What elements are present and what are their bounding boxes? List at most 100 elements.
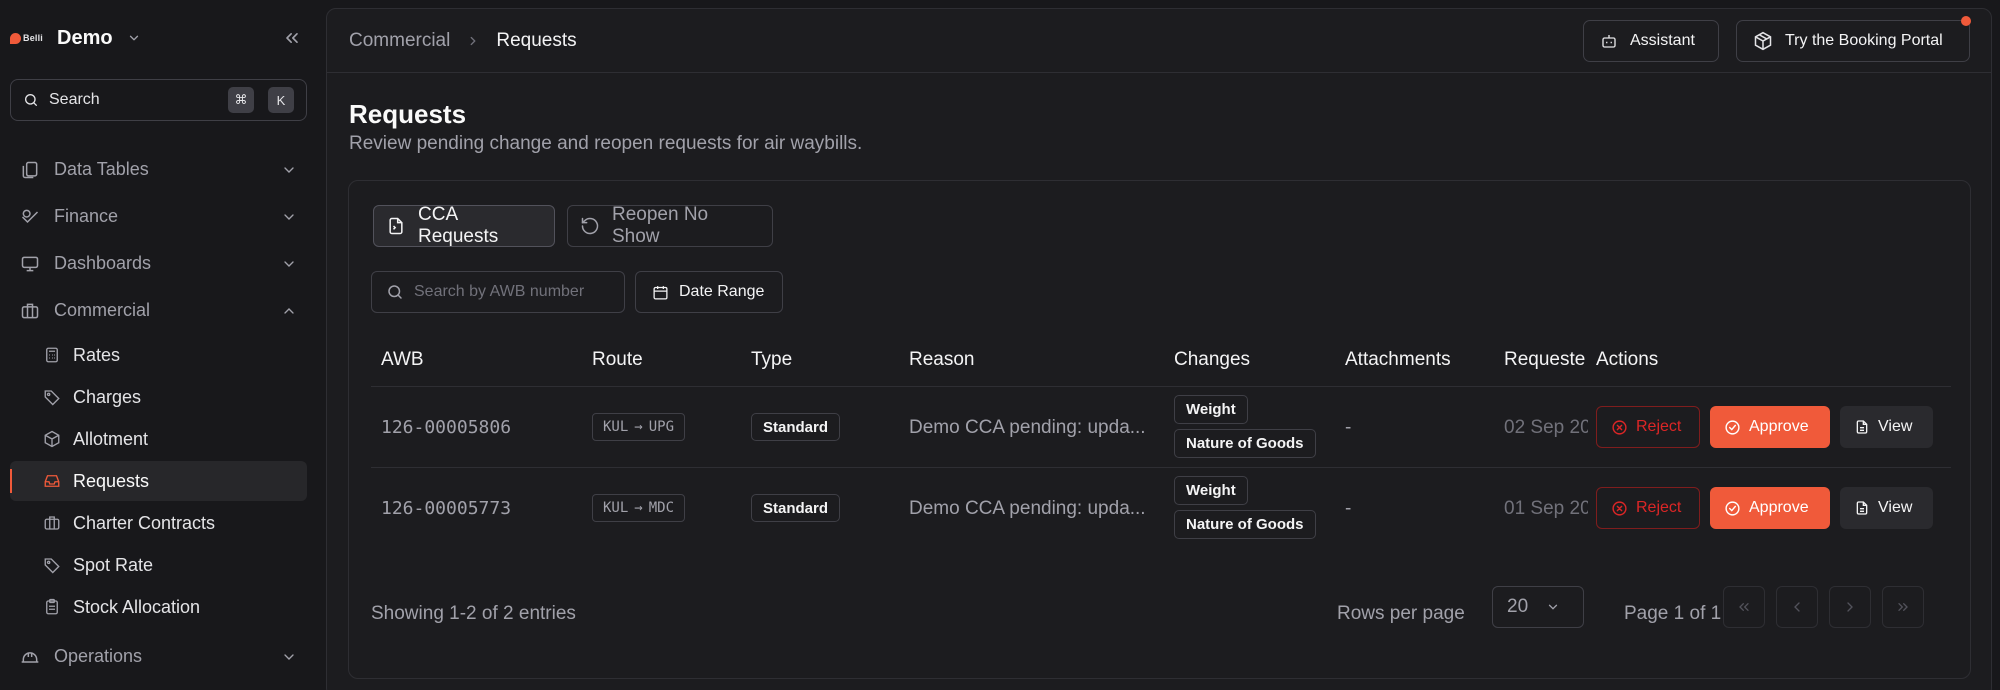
page-indicator: Page 1 of 1 (1624, 603, 1722, 624)
hardhat-icon (20, 647, 40, 667)
tab-label: CCA Requests (418, 204, 499, 247)
sidebar-group-label: Data Tables (54, 159, 149, 179)
approve-label: Approve (1749, 499, 1809, 516)
sidebar-group-finance[interactable]: Finance (10, 193, 307, 240)
reject-label: Reject (1636, 499, 1682, 516)
approve-button[interactable]: Approve (1710, 487, 1830, 529)
column-reason[interactable]: Reason (909, 349, 975, 371)
approve-label: Approve (1749, 418, 1809, 435)
page-subtitle: Review pending change and reopen request… (349, 133, 863, 154)
rows-per-page-label: Rows per page (1337, 603, 1465, 624)
rows-per-page-value: 20 (1507, 596, 1529, 617)
sidebar-item-rates[interactable]: Rates (10, 335, 307, 375)
arrow-right-icon: → (634, 419, 643, 435)
notification-dot (1961, 16, 1971, 26)
last-page-button[interactable] (1882, 586, 1924, 628)
view-button[interactable]: View (1840, 487, 1933, 529)
reason-text: Demo CCA pending: upda... (909, 498, 1146, 519)
awb-search-field[interactable] (371, 271, 625, 313)
breadcrumb-commercial[interactable]: Commercial (349, 30, 450, 52)
column-awb[interactable]: AWB (381, 349, 424, 371)
reject-button[interactable]: Reject (1596, 487, 1700, 529)
sidebar-nav: Data Tables Finance Dashboards Commercia… (10, 146, 307, 680)
sidebar-group-dashboards[interactable]: Dashboards (10, 240, 307, 287)
collapse-sidebar-icon[interactable] (282, 28, 302, 48)
assistant-label: Assistant (1630, 32, 1695, 49)
table-row[interactable]: 126-00005806 KUL → UPG Standard Demo CCA… (371, 387, 1951, 468)
rows-per-page-select[interactable]: 20 (1492, 586, 1584, 628)
previous-page-button[interactable] (1776, 586, 1818, 628)
chevrons-right-icon (1895, 599, 1911, 615)
sidebar-item-charges[interactable]: Charges (10, 377, 307, 417)
change-badge-weight: Weight (1174, 476, 1248, 505)
search-label: Search (49, 91, 100, 108)
tab-label: Reopen No Show (612, 204, 709, 247)
calendar-icon (652, 284, 669, 301)
check-circle-icon (1724, 419, 1741, 436)
database-icon (20, 160, 40, 180)
sidebar-group-operations[interactable]: Operations (10, 633, 307, 680)
requested-date: 01 Sep 2025 (1504, 498, 1588, 519)
change-badge-weight: Weight (1174, 395, 1248, 424)
column-requested[interactable]: Requeste (1504, 349, 1585, 371)
sidebar-group-commercial[interactable]: Commercial (10, 287, 307, 334)
brand-logo: Belli (10, 32, 43, 44)
date-range-button[interactable]: Date Range (635, 271, 783, 313)
sidebar-group-data-tables[interactable]: Data Tables (10, 146, 307, 193)
x-circle-icon (1611, 500, 1628, 517)
awb-search-input[interactable] (414, 283, 604, 301)
chevron-down-icon (281, 162, 297, 178)
column-type[interactable]: Type (751, 349, 792, 371)
sidebar-group-label: Finance (54, 206, 119, 226)
sidebar-item-label: Spot Rate (73, 554, 154, 575)
next-page-button[interactable] (1829, 586, 1871, 628)
awb-number: 126-00005773 (381, 498, 512, 519)
briefcase-icon (20, 301, 40, 321)
file-text-icon (1854, 500, 1870, 516)
column-changes[interactable]: Changes (1174, 349, 1250, 371)
file-text-icon (1854, 419, 1870, 435)
sidebar-group-label: Commercial (54, 300, 151, 320)
column-attachments[interactable]: Attachments (1345, 349, 1451, 371)
chevron-down-icon (1546, 600, 1560, 614)
file-icon (386, 216, 406, 236)
route-origin: KUL (603, 500, 629, 516)
sidebar-item-requests[interactable]: Requests (10, 461, 307, 501)
kbd-command: ⌘ (228, 87, 254, 113)
column-route[interactable]: Route (592, 349, 643, 371)
chevron-down-icon (281, 209, 297, 225)
workspace-switcher[interactable]: Belli Demo (10, 22, 141, 54)
attachments-value: - (1345, 498, 1352, 519)
tab-cca-requests[interactable]: CCA Requests (373, 204, 555, 247)
route-destination: UPG (648, 419, 675, 435)
calculator-icon (43, 346, 61, 364)
sidebar-item-label: Rates (73, 344, 121, 365)
sidebar-item-charter-contracts[interactable]: Charter Contracts (10, 503, 307, 543)
sidebar-item-spot-rate[interactable]: Spot Rate (10, 545, 307, 585)
tab-reopen-no-show[interactable]: Reopen No Show (567, 204, 773, 247)
approve-button[interactable]: Approve (1710, 406, 1830, 448)
reject-button[interactable]: Reject (1596, 406, 1700, 448)
assistant-button[interactable]: Assistant (1583, 20, 1719, 62)
view-label: View (1878, 499, 1913, 516)
inbox-icon (43, 472, 61, 490)
breadcrumb: Commercial Requests (349, 30, 577, 52)
x-circle-icon (1611, 419, 1628, 436)
sidebar-item-label: Charter Contracts (73, 512, 216, 533)
booking-portal-button[interactable]: Try the Booking Portal (1736, 20, 1970, 62)
column-actions: Actions (1596, 349, 1659, 370)
page-title: Requests (349, 99, 467, 129)
sidebar-group-label: Dashboards (54, 253, 152, 273)
route-badge: KUL → MDC (592, 494, 686, 522)
awb-number: 126-00005806 (381, 417, 512, 438)
view-button[interactable]: View (1840, 406, 1933, 448)
table-row[interactable]: 126-00005773 KUL → MDC Standard Demo CCA… (371, 468, 1951, 549)
search-icon (23, 92, 39, 108)
sidebar-item-stock-allocation[interactable]: Stock Allocation (10, 587, 307, 627)
sidebar-item-allotment[interactable]: Allotment (10, 419, 307, 459)
sidebar-search[interactable]: Search ⌘ K (10, 79, 307, 121)
change-badge-nature: Nature of Goods (1174, 429, 1316, 458)
requests-card: CCA Requests Reopen No Show Date Range A… (348, 180, 1971, 679)
chevron-up-icon (281, 303, 297, 319)
first-page-button[interactable] (1723, 586, 1765, 628)
